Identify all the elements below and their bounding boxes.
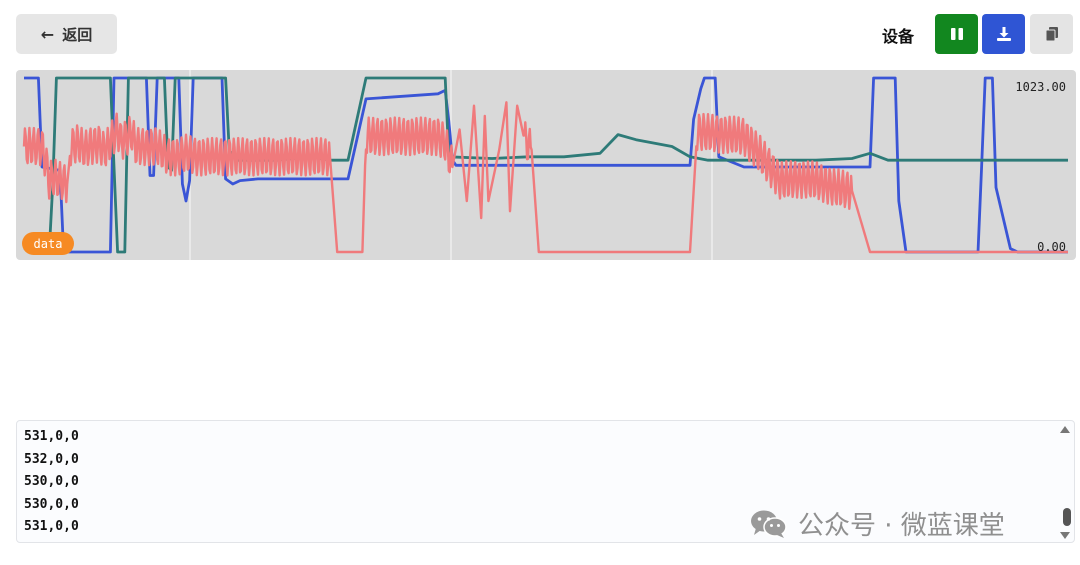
log-line: 532,0,0	[24, 451, 79, 467]
chart-canvas	[22, 70, 1069, 260]
download-button[interactable]	[982, 14, 1025, 54]
arrow-left-icon: ←	[40, 24, 55, 44]
log-line: 531,0,0	[24, 429, 79, 444]
log-line: 530,0,0	[24, 496, 79, 512]
back-button[interactable]: ← 返回	[16, 14, 117, 54]
back-button-label: 返回	[62, 25, 93, 44]
y-max-label: 1023.00	[1015, 80, 1066, 94]
y-min-label: 0.00	[1037, 240, 1066, 254]
device-label: 设备	[882, 27, 915, 46]
pause-icon	[950, 28, 963, 40]
legend-badge[interactable]: data	[22, 232, 74, 255]
scroll-up-arrow-icon[interactable]	[1060, 426, 1070, 433]
watermark-text: 公众号 · 微蓝课堂	[798, 511, 1005, 541]
log-lines: 531,0,0 532,0,0 530,0,0 530,0,0 531,0,0	[24, 426, 79, 539]
log-scrollbar[interactable]	[1058, 421, 1074, 542]
top-toolbar: ← 返回 设备	[0, 0, 1080, 70]
pause-button[interactable]	[935, 14, 978, 54]
scroll-down-arrow-icon[interactable]	[1060, 532, 1070, 539]
scroll-thumb[interactable]	[1063, 508, 1071, 526]
download-icon	[996, 27, 1011, 41]
serial-plot-chart: 1023.00 0.00 data	[16, 70, 1076, 260]
log-line: 530,0,0	[24, 474, 79, 490]
copy-button[interactable]	[1030, 14, 1073, 54]
wechat-icon	[751, 510, 787, 538]
copy-icon	[1045, 27, 1058, 42]
log-line: 531,0,0	[24, 519, 79, 535]
watermark: 公众号 · 微蓝课堂	[750, 505, 1005, 542]
